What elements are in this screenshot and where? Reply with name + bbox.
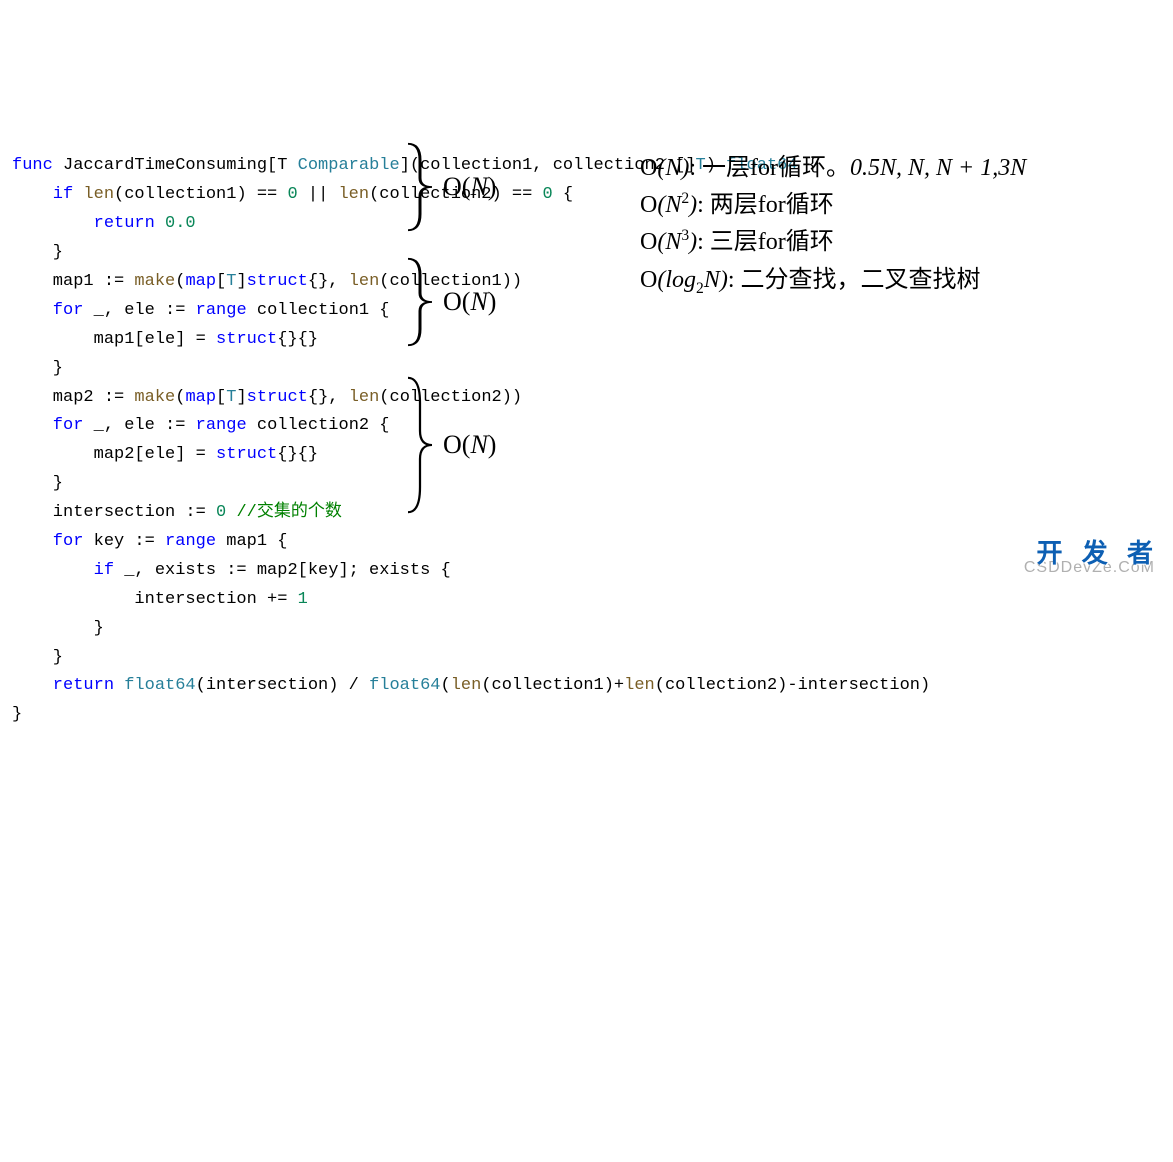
note-row-1: O(N): 一层for循环。0.5N, N, N + 1,3N xyxy=(640,150,1026,187)
note-row-2: O(N2): 两层for循环 xyxy=(640,187,1026,224)
note-row-4: O(log2N): 二分查找，二叉查找树 xyxy=(640,262,1026,301)
brace-annotation-3: O(N) xyxy=(405,375,496,515)
big-o-label: O(N) xyxy=(443,165,496,209)
kw-func: func xyxy=(12,156,53,175)
fn-name: JaccardTimeConsuming[T xyxy=(53,156,298,175)
complexity-notes: O(N): 一层for循环。0.5N, N, N + 1,3N O(N2): 两… xyxy=(640,150,1026,301)
big-o-label: O(N) xyxy=(443,423,496,467)
curly-brace-icon xyxy=(405,142,435,232)
curly-brace-icon xyxy=(405,375,435,515)
type-comparable: Comparable xyxy=(298,156,400,175)
note-row-3: O(N3): 三层for循环 xyxy=(640,224,1026,261)
big-o-label: O(N) xyxy=(443,280,496,324)
watermark-main: 开 发 者 xyxy=(1037,531,1159,575)
brace-annotation-2: O(N) xyxy=(405,257,496,347)
curly-brace-icon xyxy=(405,257,435,347)
comment: //交集的个数 xyxy=(236,503,341,522)
brace-annotation-1: O(N) xyxy=(405,142,496,232)
